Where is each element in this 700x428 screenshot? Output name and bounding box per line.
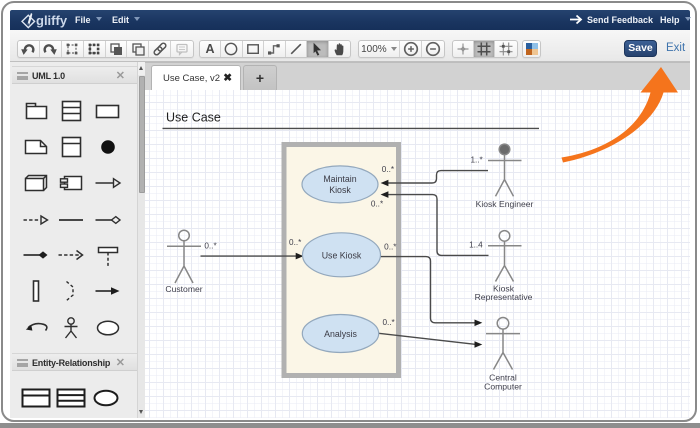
svg-text:A: A: [205, 42, 214, 56]
